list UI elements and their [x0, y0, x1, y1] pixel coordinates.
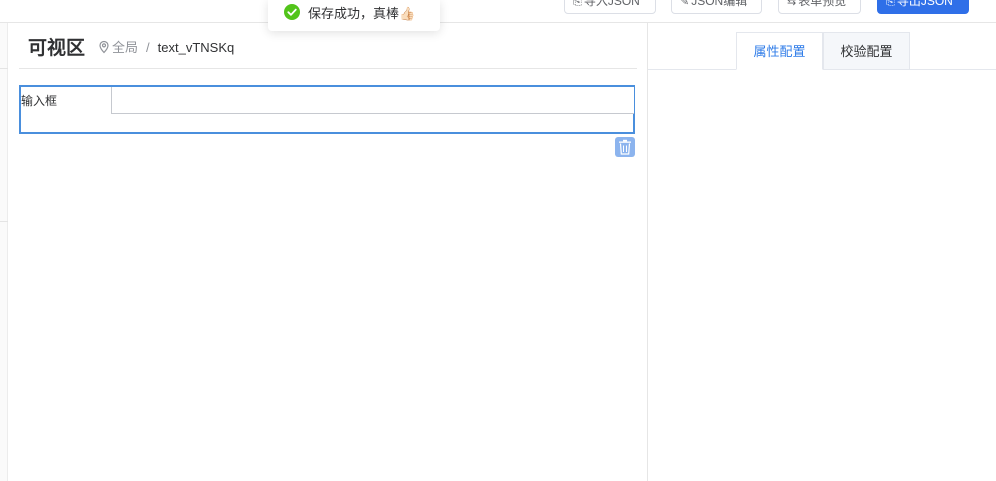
json-edit-button[interactable]: ✎ JSON编辑 [671, 0, 762, 14]
left-panel-divider [0, 221, 8, 222]
top-toolbar: ⎘ 导入JSON ✎ JSON编辑 ⇆ 表单预览 ⎘ 导出JSON [0, 0, 996, 23]
selected-form-item[interactable]: 输入框 [19, 85, 635, 134]
left-panel-divider [0, 68, 8, 69]
edit-icon: ✎ [680, 0, 690, 8]
tab-validation-config[interactable]: 校验配置 [823, 32, 910, 70]
toast-message: 保存成功，真棒👍🏻 [308, 6, 416, 21]
export-json-label: 导出JSON [896, 0, 953, 8]
breadcrumb-separator: / [146, 40, 150, 55]
left-panel-edge [0, 23, 8, 481]
delete-field-button[interactable] [615, 137, 635, 157]
location-icon [99, 40, 109, 54]
form-preview-button[interactable]: ⇆ 表单预览 [778, 0, 861, 14]
text-input-field[interactable] [111, 87, 634, 114]
canvas-title: 可视区 [28, 38, 86, 59]
import-json-button[interactable]: ⎘ 导入JSON [564, 0, 656, 14]
field-label: 输入框 [21, 94, 58, 108]
form-preview-label: 表单预览 [798, 0, 847, 8]
breadcrumb: 全局 / text_vTNSKq [97, 37, 234, 56]
breadcrumb-field-id: text_vTNSKq [157, 40, 235, 55]
export-json-button[interactable]: ⎘ 导出JSON [877, 0, 969, 14]
import-json-label: 导入JSON [583, 0, 640, 8]
check-circle-icon [284, 4, 300, 20]
trash-icon [619, 139, 631, 155]
json-edit-label: JSON编辑 [691, 0, 748, 8]
success-toast: 保存成功，真棒👍🏻 [268, 0, 440, 31]
import-icon: ⎘ [573, 0, 582, 8]
config-tabs: 属性配置 校验配置 [648, 23, 996, 70]
export-icon: ⎘ [886, 0, 895, 8]
design-canvas: 可视区 全局 / text_vTNSKq 输入框 [9, 23, 647, 481]
config-panel: 属性配置 校验配置 [647, 23, 996, 481]
preview-icon: ⇆ [787, 0, 797, 8]
breadcrumb-scope[interactable]: 全局 [112, 40, 138, 55]
tab-property-config[interactable]: 属性配置 [736, 32, 823, 70]
